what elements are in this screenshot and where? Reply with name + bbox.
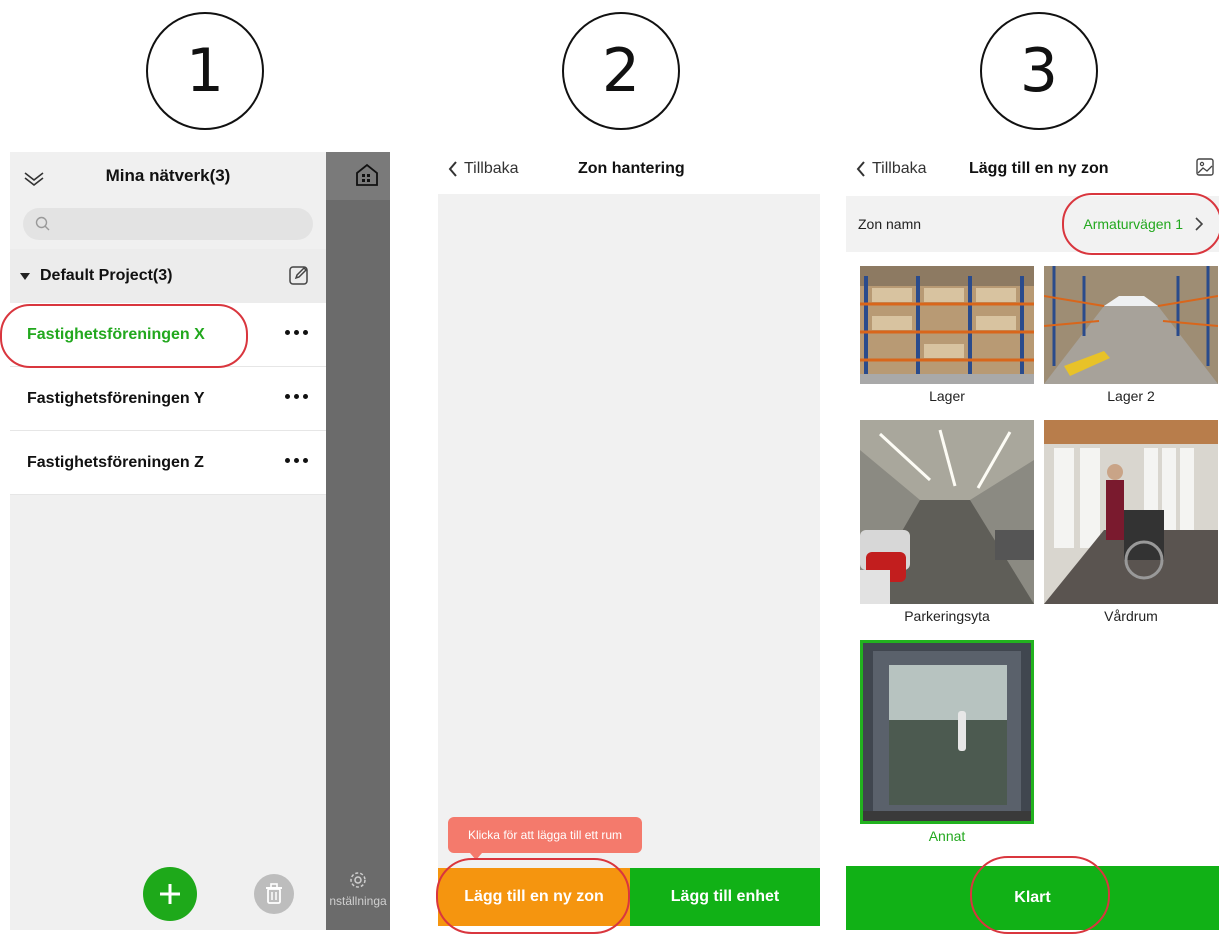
networks-screen: Mina nätverk(3) Default Project(3) Fasti…	[10, 152, 390, 930]
tile-label: Annat	[928, 828, 966, 844]
zone-name-row[interactable]: Zon namn Armaturvägen 1	[846, 196, 1219, 252]
step-3-circle: 3	[980, 12, 1098, 130]
add-network-button[interactable]	[143, 867, 197, 921]
project-label: Default Project(3)	[40, 267, 173, 284]
search-icon	[35, 216, 50, 231]
project-header[interactable]: Default Project(3)	[10, 249, 326, 303]
network-label: Fastighetsföreningen Z	[27, 453, 204, 471]
add-zone-screen: Tillbaka Lägg till en ny zon Zon namn Ar…	[846, 152, 1219, 930]
page-title: Lägg till en ny zon	[969, 160, 1109, 177]
warehouse-aisle-image	[1044, 266, 1218, 384]
tile-label: Vårdrum	[1104, 608, 1158, 624]
trash-icon	[266, 883, 282, 904]
add-device-button[interactable]: Lägg till enhet	[630, 868, 820, 926]
tile-label: Lager	[929, 388, 965, 404]
zone-list-area	[438, 194, 820, 868]
back-button[interactable]: Tillbaka	[856, 160, 927, 178]
delete-button[interactable]	[254, 874, 294, 914]
networks-drawer: Mina nätverk(3) Default Project(3) Fasti…	[10, 152, 326, 930]
done-button[interactable]: Klart	[846, 866, 1219, 930]
network-item[interactable]: Fastighetsföreningen X	[10, 303, 326, 367]
dimmed-background	[326, 152, 390, 930]
tile-label: Lager 2	[1107, 388, 1155, 404]
plus-icon	[160, 884, 180, 904]
back-label: Tillbaka	[464, 160, 519, 177]
network-label: Fastighetsföreningen Y	[27, 389, 205, 407]
zone-name-value[interactable]: Armaturvägen 1	[1083, 216, 1203, 232]
edit-icon[interactable]	[288, 264, 310, 286]
warehouse-image	[860, 266, 1034, 384]
expand-triangle-icon	[20, 272, 30, 280]
image-add-icon[interactable]	[1195, 156, 1217, 178]
zone-type-tile[interactable]: Lager	[860, 266, 1034, 404]
zone-type-tile-selected[interactable]: Annat	[860, 640, 1034, 844]
page-title: Zon hantering	[578, 160, 685, 177]
door-image	[860, 640, 1034, 824]
network-label: Fastighetsföreningen X	[27, 325, 205, 343]
zone-type-tile[interactable]: Lager 2	[1044, 266, 1218, 404]
search-input[interactable]	[23, 208, 313, 240]
zone-name-label: Zon namn	[858, 216, 922, 232]
back-label: Tillbaka	[872, 160, 927, 177]
network-item[interactable]: Fastighetsföreningen Z	[10, 431, 326, 495]
settings-label: nställninga	[329, 894, 387, 908]
home-icon[interactable]	[354, 162, 380, 188]
add-zone-button[interactable]: Lägg till en ny zon	[438, 868, 630, 926]
step-2-circle: 2	[562, 12, 680, 130]
gear-icon	[350, 872, 366, 888]
chevron-right-icon	[1195, 217, 1203, 231]
chevron-left-icon	[448, 161, 457, 177]
more-options-icon[interactable]	[285, 330, 308, 335]
step-1-circle: 1	[146, 12, 264, 130]
parking-image	[860, 420, 1034, 604]
zone-name-text: Armaturvägen 1	[1083, 216, 1183, 232]
more-options-icon[interactable]	[285, 394, 308, 399]
care-room-image	[1044, 420, 1218, 604]
zone-management-screen: Tillbaka Zon hantering Klicka för att lä…	[438, 152, 820, 930]
tile-label: Parkeringsyta	[904, 608, 990, 624]
back-button[interactable]: Tillbaka	[448, 160, 519, 178]
drawer-title: Mina nätverk(3)	[105, 166, 231, 185]
dimmed-header	[326, 152, 390, 200]
zone-type-tile[interactable]: Parkeringsyta	[860, 420, 1034, 624]
chevron-left-icon	[856, 161, 865, 177]
network-item[interactable]: Fastighetsföreningen Y	[10, 367, 326, 431]
hint-tooltip: Klicka för att lägga till ett rum	[448, 817, 642, 860]
more-options-icon[interactable]	[285, 458, 308, 463]
settings-tab[interactable]: nställninga	[326, 870, 390, 908]
zone-type-tile[interactable]: Vårdrum	[1044, 420, 1218, 624]
